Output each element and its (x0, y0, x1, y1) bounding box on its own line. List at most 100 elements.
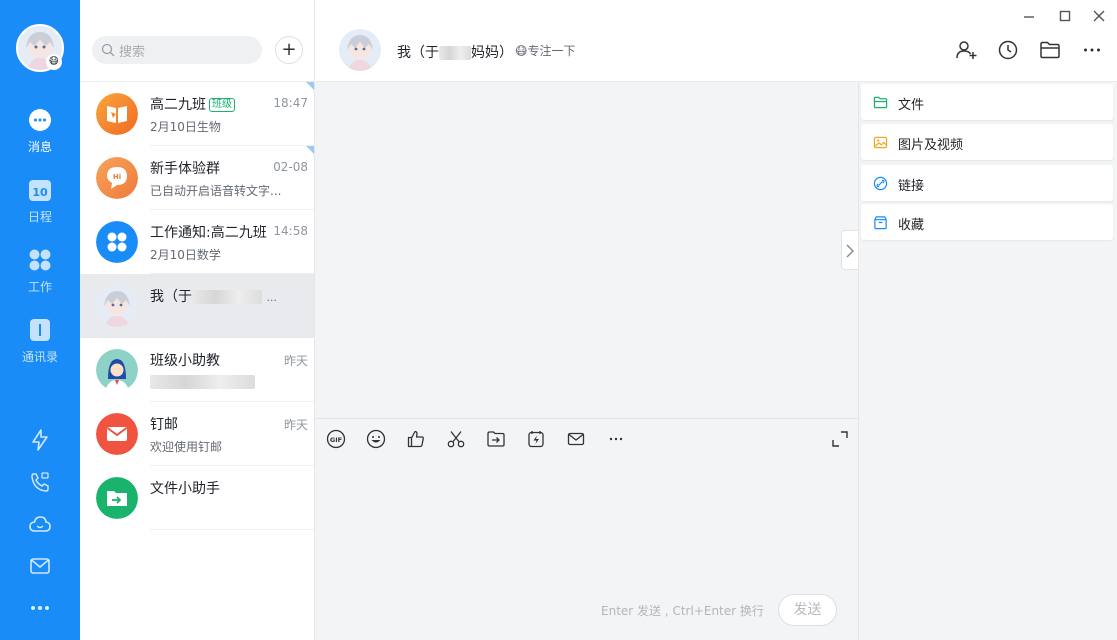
expand-icon[interactable] (830, 429, 850, 449)
conversation-name: 文件小助手 (150, 481, 220, 497)
cloud-icon[interactable] (28, 512, 52, 536)
work-notice-avatar (96, 221, 138, 263)
conversation-time: 02-08 (273, 160, 308, 174)
chat-side-panel: 文件 图片及视频 链接 收藏 (858, 82, 1117, 640)
conversation-item[interactable]: 高二九班 班级 2月10日生物 18:47 (80, 82, 314, 146)
beginner-group-avatar: Hi (96, 157, 138, 199)
conversation-item-selected[interactable]: 我（于 ... (80, 274, 314, 338)
conversation-name: 钉邮 (150, 417, 178, 433)
conversation-name: 高二九班 班级 (150, 94, 235, 114)
panel-item-links[interactable]: 链接 (861, 165, 1113, 201)
panel-item-label: 收藏 (898, 218, 925, 233)
panel-item-favorites[interactable]: 收藏 (861, 204, 1113, 240)
send-button[interactable]: 发送 (778, 594, 837, 626)
lightning-icon[interactable] (28, 428, 52, 452)
assistant-avatar (96, 349, 138, 391)
more-icon[interactable] (1080, 38, 1104, 62)
chat-avatar[interactable] (339, 29, 381, 71)
chat-bubble-icon (29, 109, 51, 131)
add-member-icon[interactable] (954, 38, 978, 62)
folder-icon[interactable] (1038, 38, 1062, 62)
panel-item-label: 图片及视频 (898, 138, 964, 153)
send-file-icon[interactable] (486, 429, 506, 449)
nav-item-work[interactable]: 工作 (0, 248, 80, 308)
class-group-avatar (96, 93, 138, 135)
panel-item-label: 链接 (898, 179, 925, 194)
conversation-item[interactable]: 钉邮 欢迎使用钉邮 昨天 (80, 402, 314, 466)
search-placeholder: 搜索 (119, 45, 146, 60)
file-helper-avatar (96, 477, 138, 519)
nav-item-messages[interactable]: 消息 (0, 108, 80, 168)
nav-label: 工作 (27, 280, 52, 294)
conversation-preview: 欢迎使用钉邮 (150, 440, 223, 454)
mail-icon[interactable] (566, 429, 586, 449)
left-nav: 😷 消息 10 日程 工作 通讯录 (0, 0, 80, 640)
mask-emoji-icon: 😷 (515, 44, 528, 58)
conversation-list: 搜索 + 高二九班 班级 2月10日生物 18:47 Hi 新手体验群 已自动开启… (80, 0, 315, 640)
image-icon (873, 136, 888, 149)
contacts-book-icon (30, 319, 50, 341)
redacted-text (150, 374, 255, 389)
history-clock-icon[interactable] (996, 38, 1020, 62)
favorite-box-icon (874, 216, 887, 230)
svg-text:Hi: Hi (113, 173, 121, 181)
nav-label: 消息 (27, 140, 52, 154)
conversation-name: 工作通知:高二九班 (150, 225, 267, 241)
more-tools-icon[interactable] (606, 429, 626, 449)
chevron-right-icon (846, 244, 854, 258)
dingmail-avatar (96, 413, 138, 455)
nav-item-calendar[interactable]: 10 日程 (0, 178, 80, 238)
calendar-icon: 10 (29, 180, 51, 201)
thumbs-up-icon[interactable] (406, 429, 426, 449)
link-icon (873, 176, 888, 191)
class-tag-badge: 班级 (209, 98, 235, 112)
conversation-item[interactable]: 文件小助手 (80, 466, 314, 530)
conversation-preview (150, 374, 285, 389)
conversation-name: 班级小助教 (150, 353, 220, 369)
status-emoji-badge: 😷 (46, 54, 62, 70)
close-icon[interactable] (1091, 8, 1107, 24)
panel-item-files[interactable]: 文件 (861, 84, 1113, 120)
panel-item-media[interactable]: 图片及视频 (861, 124, 1113, 160)
conversation-preview: 已自动开启语音转文字... (150, 184, 282, 198)
conversation-name: 新手体验群 (150, 161, 220, 177)
conversation-preview: 2月10日数学 (150, 248, 221, 262)
gif-icon[interactable]: GIF (326, 429, 346, 449)
chat-title: 我（于 妈妈） (397, 45, 513, 61)
emoji-icon[interactable] (366, 429, 386, 449)
apps-grid-icon (29, 249, 51, 271)
conversation-item[interactable]: 工作通知:高二九班 2月10日数学 14:58 (80, 210, 314, 274)
conversation-item[interactable]: Hi 新手体验群 已自动开启语音转文字... 02-08 (80, 146, 314, 210)
conversation-time: 昨天 (283, 354, 308, 368)
pin-marker (306, 146, 314, 154)
svg-text:GIF: GIF (330, 436, 342, 444)
conversation-item[interactable]: 班级小助教 昨天 (80, 338, 314, 402)
add-button[interactable]: + (275, 36, 303, 64)
maximize-icon[interactable] (1057, 8, 1073, 24)
message-area (315, 82, 858, 418)
conversation-time: 14:58 (273, 224, 308, 238)
scissors-icon[interactable] (446, 429, 466, 449)
redacted-text (439, 46, 471, 60)
redacted-text (192, 290, 262, 304)
chat-header: 我（于 妈妈） 😷专注一下 (315, 0, 1117, 82)
more-dots-icon[interactable] (28, 596, 52, 620)
minimize-icon[interactable] (1021, 8, 1037, 24)
ding-flash-icon[interactable] (526, 429, 546, 449)
conversation-name: 我（于 ... (150, 289, 277, 305)
collapse-panel-tab[interactable] (841, 230, 858, 270)
nav-label: 日程 (27, 210, 52, 224)
search-input[interactable]: 搜索 (92, 36, 262, 64)
nav-item-contacts[interactable]: 通讯录 (0, 318, 80, 378)
folder-icon (873, 96, 888, 109)
search-icon (101, 43, 115, 57)
message-input-area[interactable]: GIF Enter 发送 , Ctrl+Enter 换行 发送 (315, 418, 858, 640)
conversation-time: 昨天 (283, 418, 308, 432)
conversation-time: 18:47 (273, 96, 308, 110)
conversation-preview: 2月10日生物 (150, 120, 221, 134)
mail-icon[interactable] (28, 554, 52, 578)
video-call-icon[interactable] (28, 470, 52, 494)
input-hint: Enter 发送 , Ctrl+Enter 换行 (601, 604, 764, 618)
self-avatar (96, 285, 138, 327)
chat-status[interactable]: 😷专注一下 (515, 42, 576, 59)
